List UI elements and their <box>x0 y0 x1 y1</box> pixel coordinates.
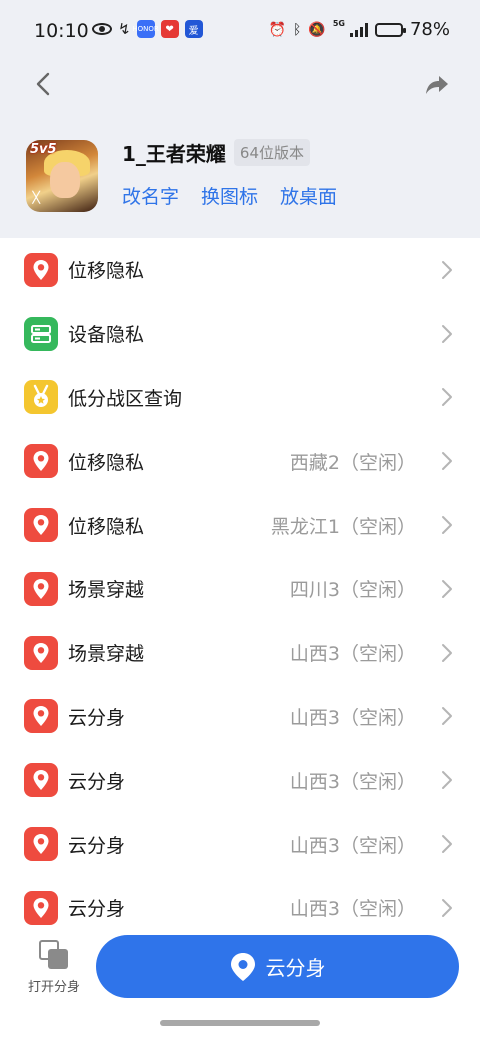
list-item-value: 西藏2（空闲） <box>289 451 416 474</box>
list-item-title: 场景穿越 <box>68 643 145 666</box>
location-pin-icon <box>24 890 58 925</box>
signal-icon <box>349 22 368 37</box>
chevron-right-icon <box>442 388 452 407</box>
location-pin-icon <box>24 699 58 734</box>
chevron-right-icon <box>442 898 452 917</box>
status-bar: 10:10 ↯ HONOR ❤ 爱 ⏰ ᛒ 🔕 5G 78% <box>0 0 480 62</box>
eye-icon <box>92 23 112 35</box>
back-icon[interactable] <box>30 70 58 98</box>
device-icon <box>24 316 58 351</box>
chevron-right-icon <box>442 260 452 279</box>
list-item-title: 云分身 <box>68 770 126 793</box>
list-item-value: 山西3（空闲） <box>289 834 416 857</box>
app-title-row: 1_王者荣耀 64位版本 <box>122 138 311 167</box>
app-actions: 改名字 换图标 放桌面 <box>122 182 337 209</box>
list-item-location-privacy[interactable]: 位移隐私 黑龙江1（空闲） <box>0 493 480 557</box>
list-item-title: 位移隐私 <box>68 515 145 538</box>
mute-icon: 🔕 <box>308 21 326 38</box>
share-icon[interactable] <box>424 72 450 98</box>
app-icon: 5v5 ᚷ <box>26 140 98 212</box>
list-item-value: 山西3（空闲） <box>289 770 416 793</box>
alarm-icon: ⏰ <box>268 21 286 38</box>
list-item-cloud-clone[interactable]: 云分身 山西3（空闲） <box>0 685 480 749</box>
chevron-right-icon <box>442 452 452 471</box>
battery-icon <box>374 22 406 37</box>
cloud-clone-button[interactable]: 云分身 <box>96 935 459 998</box>
list-item-value: 黑龙江1（空闲） <box>270 515 416 538</box>
list-item-scene-travel[interactable]: 场景穿越 山西3（空闲） <box>0 621 480 685</box>
list-item-cloud-clone[interactable]: 云分身 山西3（空闲） <box>0 812 480 876</box>
list-item-title: 低分战区查询 <box>68 387 183 410</box>
list-item-title: 位移隐私 <box>68 260 145 283</box>
list-item-scene-travel[interactable]: 场景穿越 四川3（空闲） <box>0 557 480 621</box>
list-item-cloud-clone[interactable]: 云分身 山西3（空闲） <box>0 748 480 812</box>
chevron-right-icon <box>442 707 452 726</box>
location-pin-icon <box>24 508 58 543</box>
list-item-low-score-zone-query[interactable]: 低分战区查询 <box>0 366 480 430</box>
honor-app-icon: HONOR <box>132 20 159 38</box>
list-item-value: 山西3（空闲） <box>289 643 416 666</box>
list-item-title: 云分身 <box>68 834 126 857</box>
list-item-title: 位移隐私 <box>68 451 145 474</box>
cloud-clone-label: 云分身 <box>265 956 326 980</box>
list-item-value: 山西3（空闲） <box>289 706 416 729</box>
list-item-location-privacy[interactable]: 位移隐私 西藏2（空闲） <box>0 429 480 493</box>
location-pin-icon <box>230 952 255 981</box>
app-icon-text: 5v5 <box>30 142 57 157</box>
function-list: 位移隐私 设备隐私 低分战区查询 位移隐私 西藏2（空闲） 位移隐私 黑龙江1（空闲） 场景穿… <box>0 238 480 940</box>
open-clone-label: 打开分身 <box>27 980 80 995</box>
chevron-right-icon <box>442 643 452 662</box>
chevron-right-icon <box>442 771 452 790</box>
battery-percent: 78% <box>409 19 450 40</box>
clone-windows-icon <box>39 940 69 970</box>
list-item-title: 场景穿越 <box>68 579 145 602</box>
network-type: 5G <box>332 19 345 28</box>
heart-app-icon: ❤ <box>160 20 179 38</box>
chevron-right-icon <box>442 579 452 598</box>
location-pin-icon <box>24 635 58 670</box>
list-item-value: 山西3（空闲） <box>289 898 416 921</box>
home-indicator[interactable] <box>160 1020 320 1026</box>
version-badge: 64位版本 <box>233 139 311 166</box>
list-item-title: 云分身 <box>68 706 126 729</box>
change-icon-button[interactable]: 换图标 <box>201 182 258 209</box>
location-pin-icon <box>24 763 58 798</box>
location-pin-icon <box>24 444 58 479</box>
ai-app-icon: 爱 <box>184 20 203 38</box>
app-icon-glyph: ᚷ <box>32 190 41 206</box>
list-item-location-privacy[interactable]: 位移隐私 <box>0 238 480 302</box>
chevron-right-icon <box>442 324 452 343</box>
status-left-icons: ↯ HONOR ❤ 爱 <box>92 20 203 38</box>
status-right-icons: ⏰ ᛒ 🔕 5G 78% <box>269 19 450 40</box>
list-item-value: 四川3（空闲） <box>289 579 416 602</box>
rename-button[interactable]: 改名字 <box>122 182 179 209</box>
missed-call-icon: ↯ <box>118 20 131 38</box>
bluetooth-icon: ᛒ <box>293 21 302 38</box>
list-item-title: 云分身 <box>68 898 126 921</box>
medal-icon <box>24 380 58 415</box>
location-pin-icon <box>24 827 58 862</box>
chevron-right-icon <box>442 835 452 854</box>
open-clone-button[interactable]: 打开分身 <box>22 940 86 995</box>
location-pin-icon <box>24 252 58 287</box>
add-to-desktop-button[interactable]: 放桌面 <box>280 182 337 209</box>
list-item-device-privacy[interactable]: 设备隐私 <box>0 302 480 366</box>
location-pin-icon <box>24 571 58 606</box>
list-item-title: 设备隐私 <box>68 324 145 347</box>
status-time: 10:10 <box>34 20 89 42</box>
app-name: 1_王者荣耀 <box>122 142 226 166</box>
chevron-right-icon <box>442 516 452 535</box>
